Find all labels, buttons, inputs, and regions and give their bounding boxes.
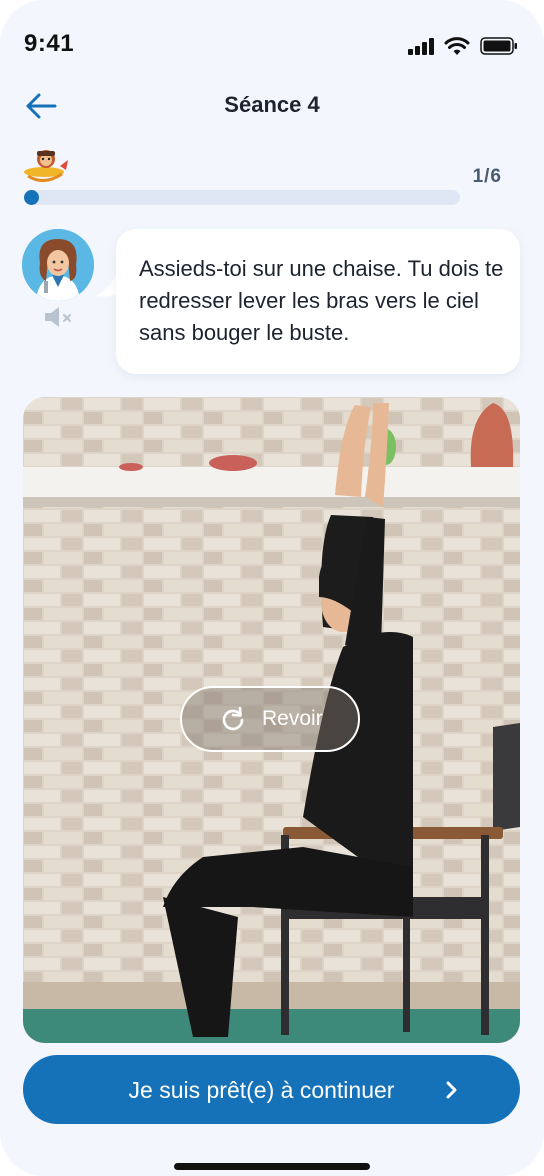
status-bar: 9:41 [0,0,544,90]
instruction-text: Assieds-toi sur une chaise. Tu dois te r… [139,256,504,345]
volume-muted-icon[interactable] [42,304,76,330]
speech-bubble: Assieds-toi sur une chaise. Tu dois te r… [116,229,520,374]
app-screen: 9:41 Séance 4 1/6 Assieds-toi sur une ch… [0,0,544,1176]
step-counter: 1/6 [472,166,502,187]
coach-avatar [22,229,94,301]
top-bar: Séance 4 [0,80,544,132]
wifi-icon [444,37,470,55]
replay-button[interactable]: Revoir [180,686,360,752]
progress-bar [24,190,460,205]
continue-button[interactable]: Je suis prêt(e) à continuer [23,1055,520,1124]
battery-icon [480,37,517,55]
replay-label: Revoir [262,707,323,730]
cellular-signal-icon [408,37,436,55]
chevron-right-icon [446,1081,457,1099]
page-title: Séance 4 [224,92,320,117]
exercise-video[interactable]: Revoir [23,397,520,1043]
mascot-icon [24,150,68,182]
home-indicator [174,1163,370,1170]
progress-bar-fill [24,190,39,205]
replay-icon [222,707,244,731]
status-time: 9:41 [24,30,75,57]
